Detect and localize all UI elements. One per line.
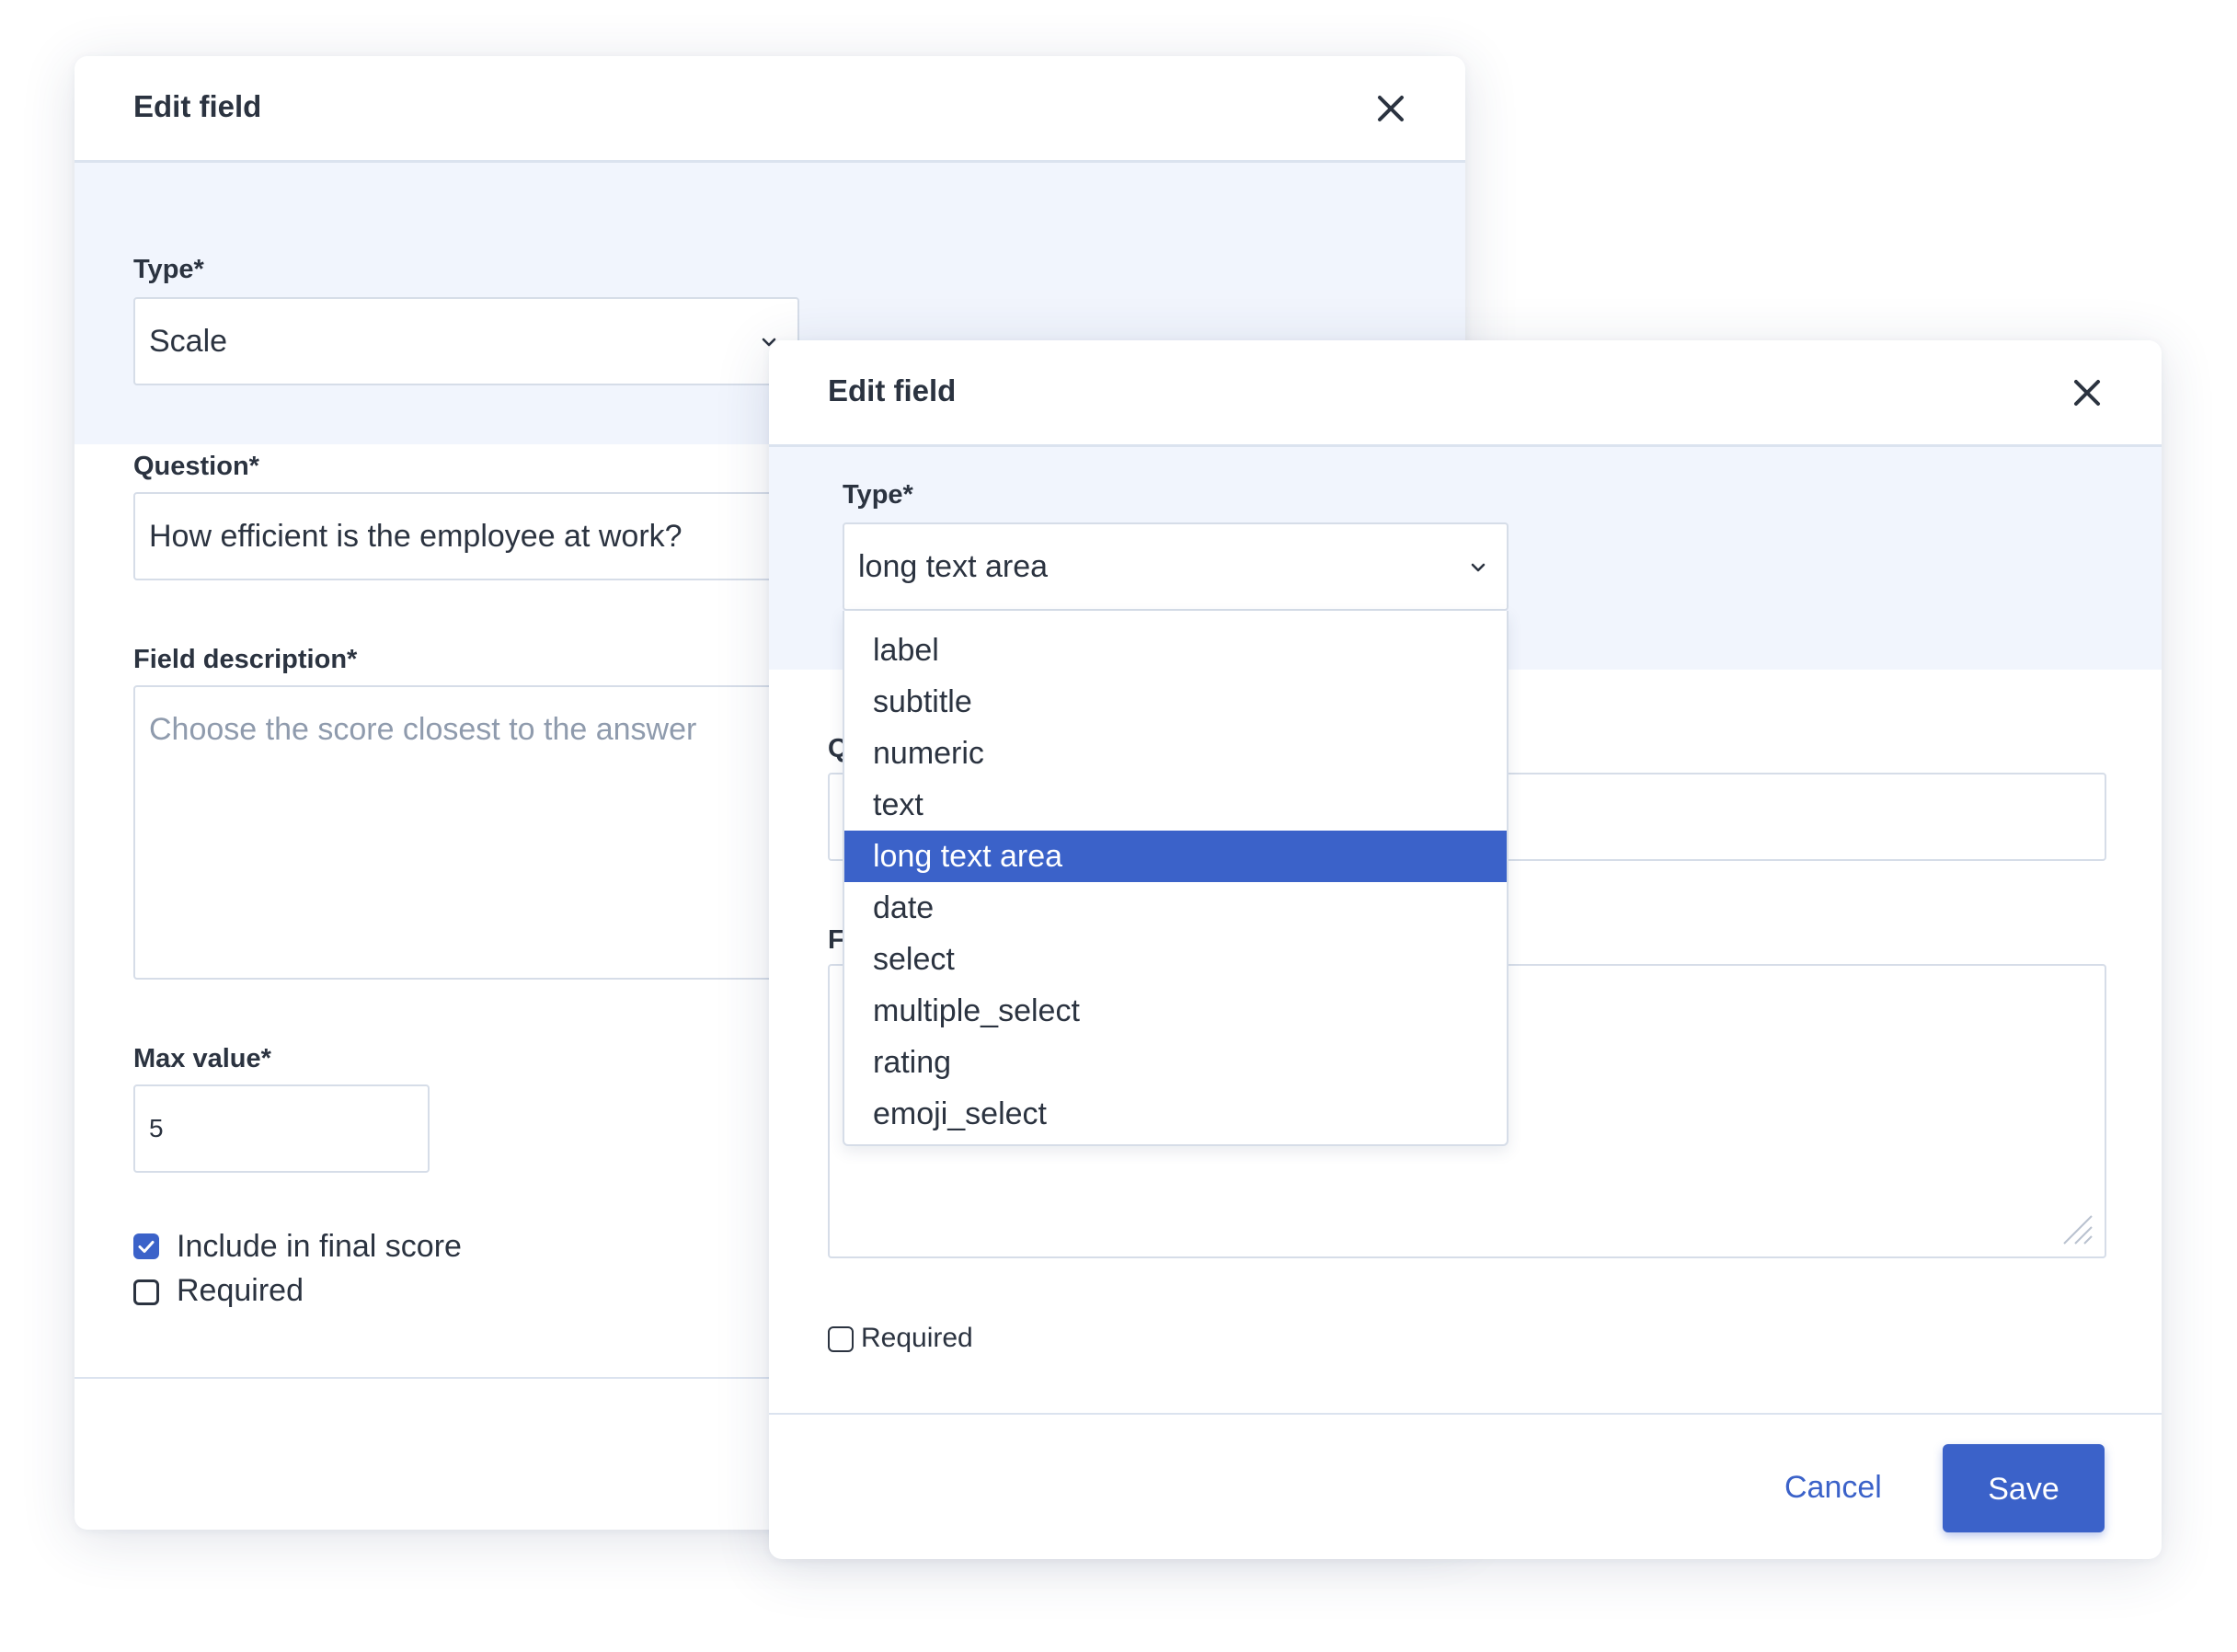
dialog-title: Edit field <box>828 373 957 407</box>
required-label-front: Required <box>861 1323 973 1353</box>
max-value-label: Max value* <box>133 1044 271 1073</box>
required-checkbox-back[interactable] <box>133 1279 159 1305</box>
checkmark-icon <box>138 1241 155 1253</box>
field-description-label: Field description* <box>133 645 358 674</box>
field-description-placeholder: Choose the score closest to the answer <box>149 712 697 747</box>
dropdown-option[interactable]: date <box>844 882 1507 934</box>
dialog-title: Edit field <box>133 89 262 123</box>
chevron-down-icon <box>1468 557 1488 578</box>
type-label: Type* <box>843 480 913 510</box>
type-select-value: Scale <box>149 324 228 359</box>
type-select[interactable]: Scale <box>133 297 799 385</box>
question-value: How efficient is the employee at work? <box>149 519 683 554</box>
close-icon <box>2074 380 2100 406</box>
max-value: 5 <box>149 1114 164 1142</box>
dialog-header: Edit field <box>769 340 2162 447</box>
edit-field-dialog-front: Edit field Type* Q F Required Cancel Sav… <box>769 340 2162 1559</box>
screenshot-stage: Edit field Type* Scale Question* How eff… <box>0 0 2237 1652</box>
dropdown-option[interactable]: emoji_select <box>844 1088 1507 1140</box>
question-label: Question* <box>133 452 259 481</box>
include-in-final-score-checkbox[interactable] <box>133 1233 159 1259</box>
type-dropdown-list: label subtitle numeric text long text area da… <box>843 611 1509 1146</box>
close-button[interactable] <box>1373 91 1408 126</box>
dialog-header: Edit field <box>75 56 1465 163</box>
dropdown-option[interactable]: multiple_select <box>844 985 1507 1037</box>
dropdown-option[interactable]: text <box>844 779 1507 831</box>
type-label: Type* <box>133 255 204 284</box>
required-label-back: Required <box>177 1273 304 1308</box>
dropdown-option[interactable]: select <box>844 934 1507 985</box>
type-select[interactable]: long text area <box>843 522 1509 611</box>
dropdown-option[interactable]: subtitle <box>844 676 1507 728</box>
dropdown-option[interactable]: rating <box>844 1037 1507 1088</box>
footer-divider-front <box>769 1413 2162 1415</box>
dropdown-option[interactable]: numeric <box>844 728 1507 779</box>
save-button[interactable]: Save <box>1943 1444 2105 1532</box>
include-in-final-score-label: Include in final score <box>177 1229 462 1264</box>
dropdown-option[interactable]: label <box>844 625 1507 676</box>
close-button[interactable] <box>2070 375 2105 410</box>
required-checkbox-front[interactable] <box>828 1326 854 1352</box>
resize-handle-icon[interactable] <box>2059 1210 2095 1247</box>
cancel-button[interactable]: Cancel <box>1784 1470 1882 1506</box>
type-select-value: long text area <box>858 549 1049 584</box>
dropdown-option[interactable]: long text area <box>844 831 1507 882</box>
max-value-input[interactable]: 5 <box>133 1084 430 1173</box>
close-icon <box>1378 96 1404 121</box>
